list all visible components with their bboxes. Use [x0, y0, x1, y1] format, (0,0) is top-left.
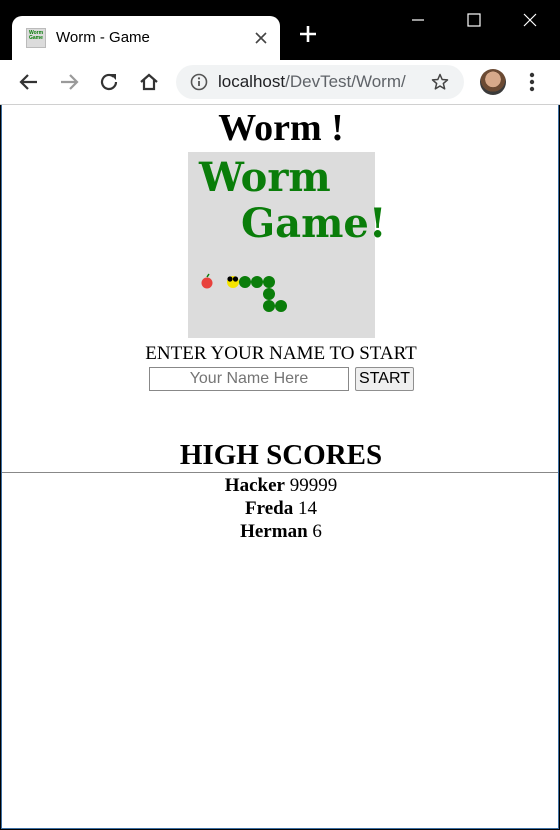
player-name-input[interactable] — [149, 367, 349, 391]
apple-icon — [201, 273, 213, 289]
game-logo: Worm Game! — [188, 152, 386, 338]
high-score-list: Hacker 99999 Freda 14 Herman 6 — [2, 474, 558, 543]
close-icon[interactable] — [254, 31, 268, 45]
menu-icon[interactable] — [522, 70, 542, 94]
logo-title-line1: Worm — [199, 154, 331, 201]
back-icon[interactable] — [17, 70, 41, 94]
close-icon[interactable] — [518, 8, 542, 32]
tab-title: Worm - Game — [56, 29, 150, 46]
score-player-name: Freda — [245, 498, 294, 519]
name-prompt: ENTER YOUR NAME TO START — [145, 343, 417, 364]
logo-title-line2: Game! — [241, 200, 387, 247]
star-icon[interactable] — [430, 72, 450, 92]
score-value: 6 — [312, 521, 322, 542]
browser-titlebar: Worm Game Worm - Game — [0, 0, 560, 60]
start-button[interactable]: START — [355, 367, 414, 391]
url-host: localhost — [218, 72, 286, 91]
score-player-name: Hacker — [224, 475, 285, 496]
info-icon[interactable] — [190, 73, 208, 91]
score-row: Freda 14 — [2, 497, 558, 520]
url-path: /DevTest/Worm/ — [285, 72, 406, 91]
worm-icon — [227, 276, 287, 312]
address-bar[interactable]: localhost/DevTest/Worm/ — [176, 65, 464, 99]
url-text[interactable]: localhost/DevTest/Worm/ — [218, 72, 406, 92]
score-value: 99999 — [289, 475, 338, 496]
page-viewport: Worm ! Worm Game! ENTER YOUR NAME TO STA… — [1, 105, 559, 829]
browser-tab[interactable]: Worm Game Worm - Game — [12, 16, 280, 60]
reload-icon[interactable] — [97, 70, 121, 94]
maximize-icon[interactable] — [462, 8, 486, 32]
score-row: Herman 6 — [2, 520, 558, 543]
home-icon[interactable] — [137, 70, 161, 94]
high-scores-heading: HIGH SCORES — [179, 439, 383, 471]
score-row: Hacker 99999 — [2, 474, 558, 497]
page-title: Worm ! — [218, 107, 344, 149]
forward-icon[interactable] — [57, 70, 81, 94]
minimize-icon[interactable] — [406, 8, 430, 32]
profile-avatar[interactable] — [480, 69, 506, 95]
score-player-name: Herman — [240, 521, 308, 542]
browser-toolbar: localhost/DevTest/Worm/ — [0, 60, 560, 105]
divider — [2, 472, 558, 473]
plus-icon[interactable] — [296, 22, 320, 46]
tab-favicon: Worm Game — [26, 28, 46, 48]
worm-illustration — [201, 273, 287, 312]
score-value: 14 — [297, 498, 317, 519]
